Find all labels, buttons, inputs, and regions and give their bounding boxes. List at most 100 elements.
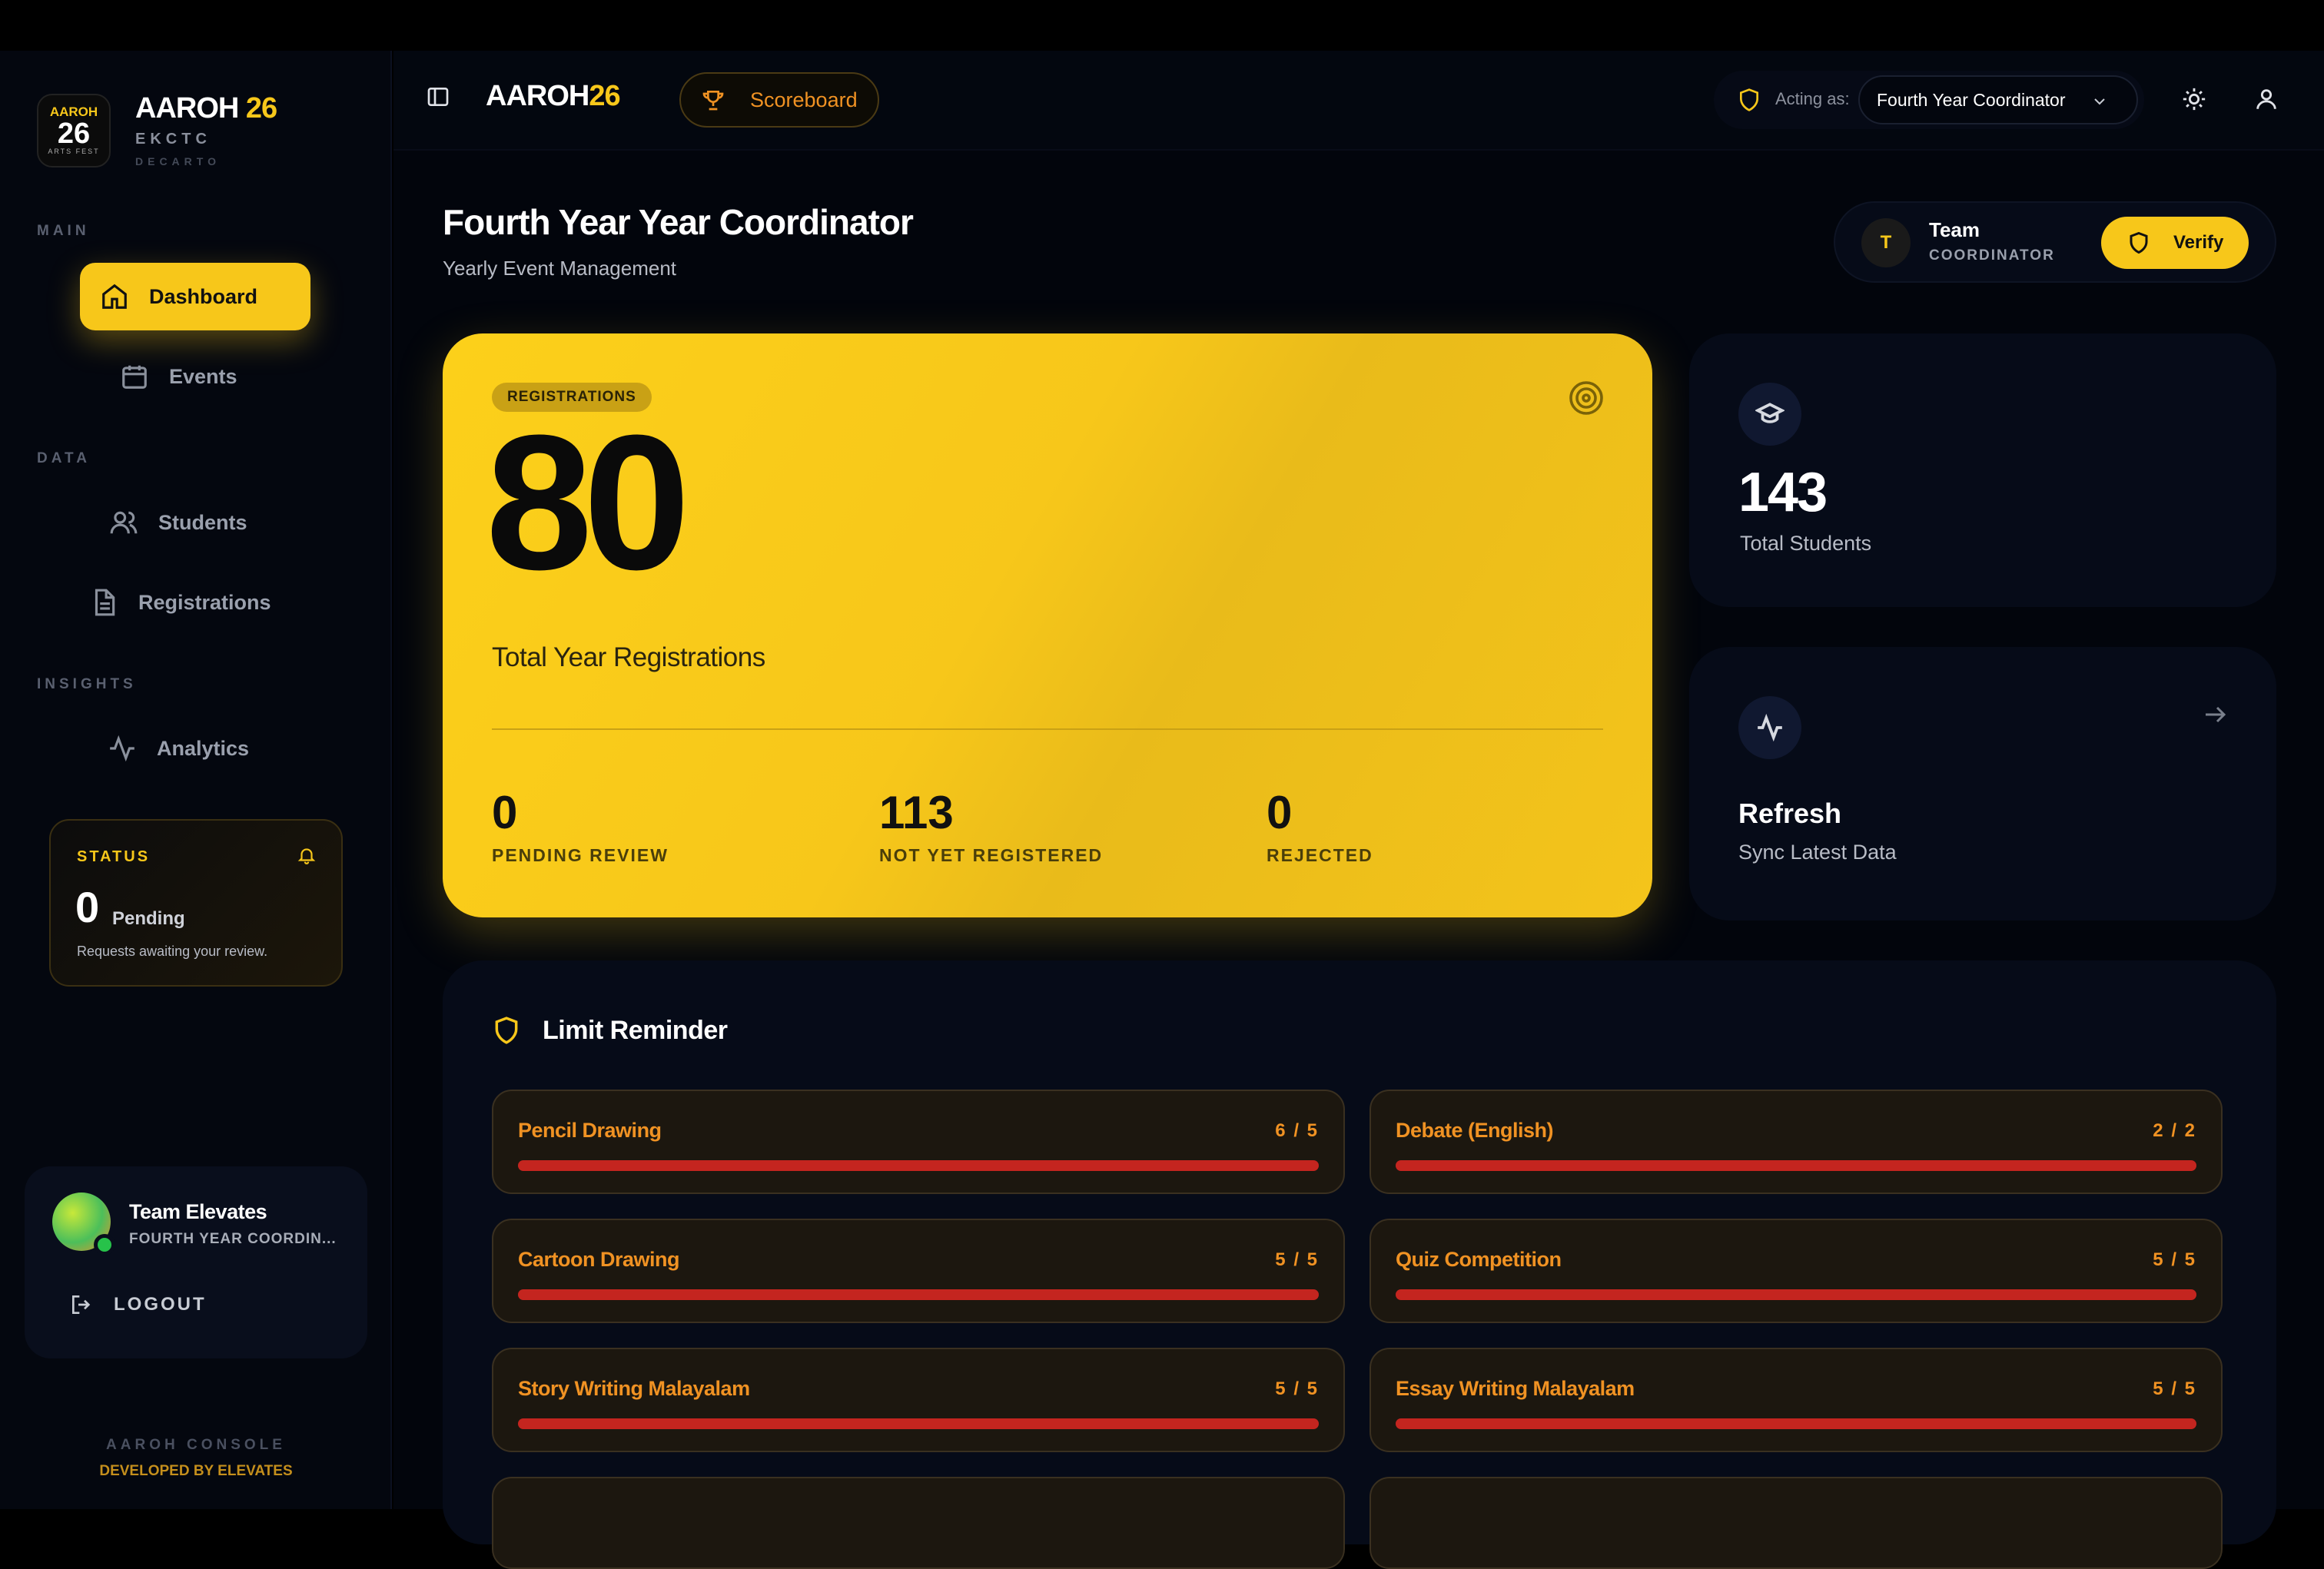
limit-item[interactable]: Story Writing Malayalam 5 / 5 — [492, 1348, 1345, 1452]
registrations-label: Total Year Registrations — [492, 642, 765, 672]
limit-reminder-title: Limit Reminder — [543, 1016, 728, 1045]
limit-item[interactable]: Cartoon Drawing 5 / 5 — [492, 1219, 1345, 1323]
arrow-right-icon — [2206, 706, 2226, 723]
refresh-description: Sync Latest Data — [1738, 841, 1897, 864]
sidebar-item-label: Dashboard — [149, 284, 258, 308]
logout-button[interactable]: LOGOUT — [69, 1292, 207, 1317]
sidebar-item-label: Events — [169, 364, 237, 388]
students-icon-wrap — [1738, 383, 1801, 446]
limit-progress-fill — [518, 1418, 1319, 1429]
stat-label: PENDING REVIEW — [492, 845, 669, 865]
brand-subtitle: EKCTC — [135, 131, 211, 148]
team-avatar: T — [1861, 218, 1911, 267]
main-content: AAROH26 Scoreboard Acting as: Fourth Yea… — [393, 51, 2324, 1569]
footer-console-label: AAROH CONSOLE — [106, 1437, 286, 1453]
registrations-total: 80 — [486, 395, 690, 609]
limit-item-name: Essay Writing Malayalam — [1396, 1377, 1635, 1400]
stat-value: 0 — [1267, 787, 1293, 838]
shield-icon — [495, 1017, 518, 1044]
logo-number: 26 — [57, 118, 91, 150]
limit-progress-fill — [1396, 1289, 2196, 1300]
trophy-icon — [702, 91, 724, 111]
limit-progress-bar — [1396, 1418, 2196, 1429]
limit-item-name: Quiz Competition — [1396, 1248, 1562, 1271]
limit-progress-fill — [1396, 1160, 2196, 1171]
scoreboard-button[interactable]: Scoreboard — [679, 72, 879, 128]
team-panel: T Team COORDINATOR Verify — [1834, 201, 2276, 283]
bell-icon[interactable] — [297, 845, 317, 865]
calendar-icon — [122, 365, 147, 389]
limit-item[interactable]: Essay Writing Malayalam 5 / 5 — [1370, 1348, 2223, 1452]
user-role: FOURTH YEAR COORDIN... — [129, 1231, 337, 1247]
app-logo[interactable]: AAROH 26 ARTS FEST — [37, 94, 111, 168]
limit-item-name: Cartoon Drawing — [518, 1248, 680, 1271]
limit-progress-bar — [518, 1160, 1319, 1171]
acting-as-value: Fourth Year Coordinator — [1877, 89, 2066, 110]
activity-icon — [110, 735, 134, 762]
avatar[interactable] — [52, 1193, 115, 1256]
stat-rejected: 0 REJECTED — [1267, 790, 1373, 866]
students-label: Total Students — [1740, 532, 1872, 555]
user-name: Team Elevates — [129, 1200, 267, 1223]
home-icon — [102, 284, 127, 309]
sidebar-item-registrations[interactable]: Registrations — [89, 569, 271, 636]
chevron-down-icon — [2094, 98, 2105, 105]
status-panel: STATUS 0 Pending Requests awaiting your … — [49, 819, 343, 987]
limit-item-name: Story Writing Malayalam — [518, 1377, 750, 1400]
status-count: 0 — [75, 883, 100, 931]
limit-item-count: 5 / 5 — [2153, 1249, 2196, 1270]
acting-as-control: Acting as: Fourth Year Coordinator — [1714, 71, 2144, 129]
sidebar-item-analytics[interactable]: Analytics — [108, 715, 249, 782]
topbar-brand[interactable]: AAROH26 — [486, 80, 621, 113]
section-label-data: DATA — [37, 450, 91, 466]
stat-not-registered: 113 NOT YET REGISTERED — [879, 790, 1103, 866]
sidebar-item-label: Students — [158, 510, 247, 534]
sidebar-toggle-icon[interactable] — [426, 85, 450, 109]
stat-value: 0 — [492, 787, 518, 838]
limit-item-name: Pencil Drawing — [518, 1119, 662, 1142]
brand-name: AAROH 26 — [135, 92, 277, 125]
sidebar-item-students[interactable]: Students — [109, 489, 247, 556]
sidebar-item-events[interactable]: Events — [120, 343, 237, 410]
status-title: STATUS — [77, 848, 151, 865]
limit-item[interactable]: Debate (English) 2 / 2 — [1370, 1090, 2223, 1194]
stat-label: NOT YET REGISTERED — [879, 845, 1104, 865]
graduation-cap-icon — [1755, 403, 1784, 423]
logout-label: LOGOUT — [114, 1294, 207, 1315]
brand-name-text: AAROH — [135, 92, 239, 124]
students-card: 143 Total Students — [1689, 333, 2276, 607]
document-icon — [95, 589, 115, 616]
activity-icon — [1758, 713, 1782, 742]
acting-as-label: Acting as: — [1775, 89, 1850, 108]
sidebar-item-dashboard[interactable]: Dashboard — [80, 263, 310, 330]
top-bar: AAROH26 Scoreboard Acting as: Fourth Yea… — [393, 51, 2324, 151]
topbar-brand-year: 26 — [589, 80, 620, 112]
acting-as-select[interactable]: Fourth Year Coordinator — [1858, 75, 2138, 124]
logo-bottom-text: ARTS FEST — [48, 148, 100, 155]
refresh-icon-wrap — [1738, 696, 1801, 759]
section-label-main: MAIN — [37, 223, 90, 239]
stat-label: REJECTED — [1267, 845, 1373, 865]
students-total: 143 — [1738, 462, 1828, 523]
profile-icon[interactable] — [2253, 86, 2279, 112]
limit-item-count: 2 / 2 — [2153, 1120, 2196, 1141]
brand-year: 26 — [245, 92, 277, 124]
limit-item[interactable]: Quiz Competition 5 / 5 — [1370, 1219, 2223, 1323]
limit-item-count: 5 / 5 — [1275, 1378, 1319, 1399]
sidebar-item-label: Registrations — [138, 590, 271, 614]
limit-item-count: 5 / 5 — [2153, 1378, 2196, 1399]
limit-progress-fill — [1396, 1418, 2196, 1429]
limit-progress-bar — [518, 1289, 1319, 1300]
limit-item-partial[interactable] — [492, 1477, 1345, 1569]
logout-icon — [72, 1295, 91, 1314]
limit-item-partial[interactable] — [1370, 1477, 2223, 1569]
verify-button[interactable]: Verify — [2101, 217, 2249, 269]
page-title: Fourth Year Year Coordinator — [443, 202, 914, 242]
divider — [492, 728, 1603, 730]
refresh-card[interactable]: Refresh Sync Latest Data — [1689, 647, 2276, 921]
users-icon — [110, 511, 138, 534]
theme-toggle-icon[interactable] — [2181, 86, 2207, 112]
target-icon — [1569, 381, 1603, 415]
limit-item[interactable]: Pencil Drawing 6 / 5 — [492, 1090, 1345, 1194]
limit-item-count: 6 / 5 — [1275, 1120, 1319, 1141]
